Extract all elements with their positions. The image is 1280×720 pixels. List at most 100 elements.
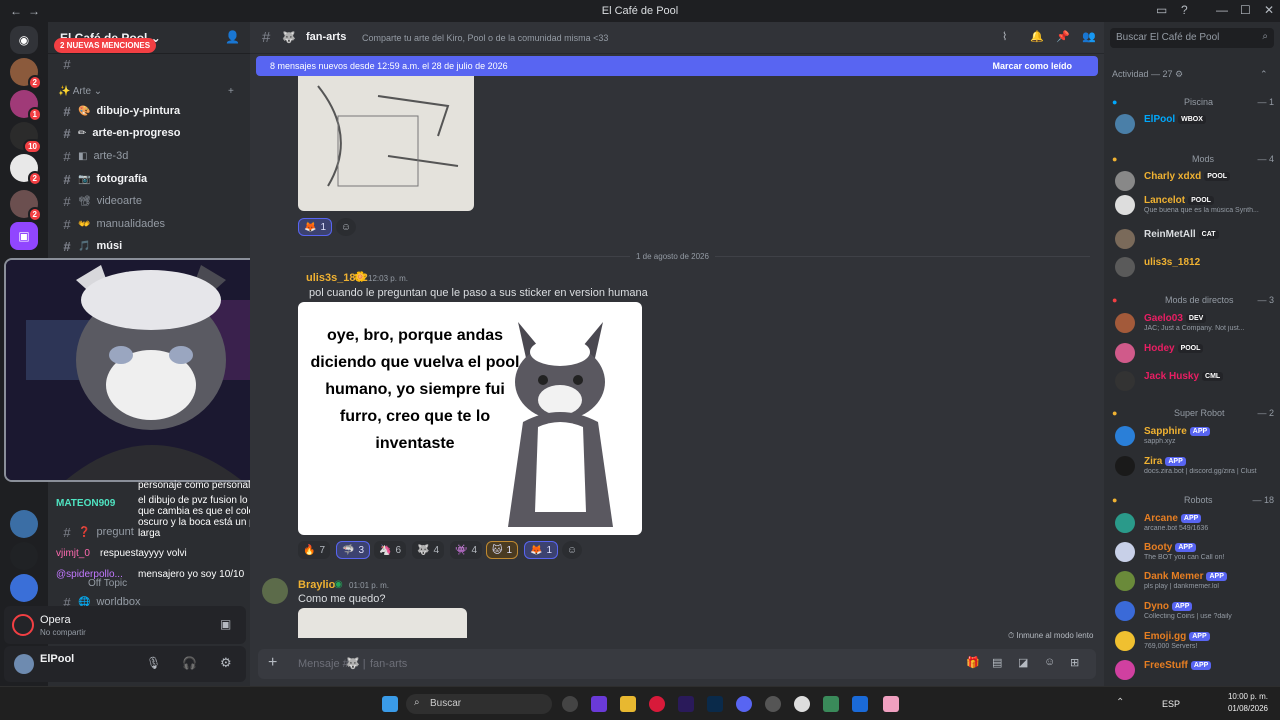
help-icon[interactable]: ? [1181, 3, 1188, 17]
app-icon[interactable] [765, 696, 781, 712]
clock-date[interactable]: 01/08/2026 [1222, 704, 1268, 713]
reaction[interactable]: 👾 4 [450, 541, 483, 559]
member-item[interactable]: Arcane APP arcane.bot 549/1636 [1112, 510, 1276, 536]
channel-manualidades[interactable]: # 👐 manualidades [56, 214, 246, 234]
media-player-icon[interactable] [794, 696, 810, 712]
new-messages-bar[interactable]: 8 mensajes nuevos desde 12:59 a.m. el 28… [256, 56, 1098, 76]
server-icon[interactable] [10, 510, 38, 538]
apps-icon[interactable]: ⊞ [1070, 656, 1079, 669]
minimize-icon[interactable]: — [1216, 3, 1228, 17]
app-icon[interactable] [883, 696, 899, 712]
folder-icon[interactable] [620, 696, 636, 712]
channel-topic[interactable]: Comparte tu arte del Kiro, Pool o de la … [362, 33, 608, 43]
app-icon[interactable] [562, 696, 578, 712]
inbox-icon[interactable]: ▭ [1156, 3, 1167, 17]
meme-attachment[interactable]: oye, bro, porque andas diciendo que vuel… [298, 302, 642, 535]
reaction[interactable]: 🐱 1 [486, 541, 518, 559]
avatar[interactable] [262, 578, 288, 604]
reaction[interactable]: 🐺 4 [412, 541, 445, 559]
threads-icon[interactable]: ⌇ [1002, 30, 1007, 43]
member-item[interactable]: Dank Memer APP pls play | dankmemer.lol [1112, 568, 1276, 594]
member-item[interactable]: ulis3s_1812 [1112, 254, 1276, 280]
chevron-up-icon[interactable]: ⌃ [1260, 69, 1268, 80]
reaction[interactable]: 🦈 3 [336, 541, 371, 559]
plus-icon[interactable]: + [268, 654, 277, 672]
gift-icon[interactable]: 🎁 [966, 656, 980, 669]
app-icon[interactable] [852, 696, 868, 712]
member-item[interactable]: Lancelot POOL Que buena que es la música S… [1112, 192, 1276, 218]
bell-icon[interactable]: 🔔 [1030, 30, 1044, 43]
discord-icon[interactable] [736, 696, 752, 712]
member-item[interactable]: Gaelo03 DEV JAC; Just a Company. Not just.… [1112, 310, 1276, 336]
sticker-icon[interactable]: ◪ [1018, 656, 1028, 669]
channel-fotografia[interactable]: # 📷 fotografía [56, 169, 246, 189]
server-icon[interactable]: 10 [10, 122, 42, 154]
discord-home-icon[interactable]: ◉ [10, 26, 38, 54]
message-author[interactable]: Braylio [298, 579, 335, 591]
search-input[interactable]: Buscar El Café de Pool ⌕ [1110, 28, 1274, 48]
sketch-attachment[interactable] [298, 76, 474, 211]
category-arte[interactable]: ✨ Arte ⌄ + [58, 86, 234, 97]
add-reaction-icon[interactable]: ☺ [562, 541, 582, 559]
server-icon[interactable]: 2 [10, 154, 42, 186]
gear-icon[interactable]: ⚙ [220, 655, 232, 671]
server-icon[interactable]: 1 [10, 90, 42, 122]
headphones-icon[interactable]: 🎧 [182, 656, 197, 670]
screen-share-icon[interactable]: ▣ [220, 617, 231, 631]
member-item[interactable]: Emoji.gg APP 769,000 Servers! [1112, 628, 1276, 654]
app-icon[interactable] [823, 696, 839, 712]
members-icon[interactable]: 👥 [1082, 30, 1096, 43]
clock-time[interactable]: 10:00 p. m. [1222, 692, 1268, 701]
twitch-server-icon[interactable]: ▣ [10, 222, 38, 250]
emoji-icon[interactable]: ☺ [1044, 656, 1055, 668]
add-member-icon[interactable]: 👤 [225, 30, 240, 44]
premiere-icon[interactable] [678, 696, 694, 712]
member-item[interactable]: Hodey POOL [1112, 340, 1276, 366]
new-mentions-pill[interactable]: 2 NUEVAS MENCIONES [54, 38, 157, 53]
windows-start-icon[interactable] [382, 696, 398, 712]
channel-musica[interactable]: # 🎵 músi [56, 236, 246, 256]
member-item[interactable]: FreeStuff APP [1112, 657, 1276, 683]
taskbar-search[interactable]: ⌕ Buscar [406, 694, 552, 714]
server-icon-active[interactable]: 2 [10, 190, 42, 222]
channel-item[interactable]: # [56, 54, 246, 74]
member-item[interactable]: Dyno APP Collecting Coins | use ?daily [1112, 598, 1276, 624]
member-item[interactable]: Sapphire APP sapph.xyz [1112, 423, 1276, 449]
add-reaction-icon[interactable]: ☺ [336, 218, 356, 236]
reaction[interactable]: 🦄 6 [374, 541, 407, 559]
channel-arte-progreso[interactable]: # ✏ arte-en-progreso [56, 123, 246, 143]
message-composer[interactable]: + Mensaje # 🐺 | fan-arts 🎁 ▤ ◪ ☺ ⊞ [258, 649, 1096, 679]
avatar [1115, 631, 1135, 651]
member-item[interactable]: ElPool WBOX [1112, 111, 1276, 137]
reaction[interactable]: 🦊 1 [524, 541, 559, 559]
member-item[interactable]: Jack Husky CML [1112, 368, 1276, 394]
language-indicator[interactable]: ESP [1162, 699, 1180, 709]
close-icon[interactable]: ✕ [1264, 3, 1274, 17]
mark-read-button[interactable]: Marcar como leído [992, 61, 1072, 71]
member-item[interactable]: Booty APP The BOT you can Call on! [1112, 539, 1276, 565]
app-icon[interactable] [591, 696, 607, 712]
server-icon[interactable] [10, 542, 38, 570]
plus-icon[interactable]: + [228, 86, 234, 97]
photoshop-icon[interactable] [707, 696, 723, 712]
channel-arte-3d[interactable]: # ◧ arte-3d [56, 146, 246, 166]
reaction[interactable]: 🦊 1 [298, 218, 333, 236]
pin-icon[interactable]: 📌 [1056, 30, 1070, 43]
avatar[interactable] [14, 654, 34, 674]
channel-dibujo[interactable]: # 🎨 dibujo-y-pintura [56, 101, 246, 121]
microphone-icon[interactable]: 🎙 [146, 656, 161, 670]
member-item[interactable]: ReinMetAll CAT [1112, 226, 1276, 252]
chevron-up-icon[interactable]: ⌃ [1116, 697, 1124, 708]
server-icon[interactable] [10, 574, 38, 602]
server-icon[interactable]: 2 [10, 58, 42, 90]
member-item[interactable]: Zira APP docs.zira.bot | discord.gg/zira |… [1112, 453, 1276, 479]
channel-videoarte[interactable]: # 📽 videoarte [56, 191, 246, 211]
maximize-icon[interactable]: ☐ [1240, 3, 1251, 17]
image-attachment[interactable] [298, 608, 467, 638]
avatar [1115, 114, 1135, 134]
member-item[interactable]: Charly xdxd POOL [1112, 168, 1276, 194]
activity-header[interactable]: Actividad — 27 ⚙ ⌃ [1112, 69, 1268, 80]
reaction[interactable]: 🔥 7 [298, 541, 331, 559]
opera-icon[interactable] [649, 696, 665, 712]
gif-icon[interactable]: ▤ [992, 656, 1002, 669]
